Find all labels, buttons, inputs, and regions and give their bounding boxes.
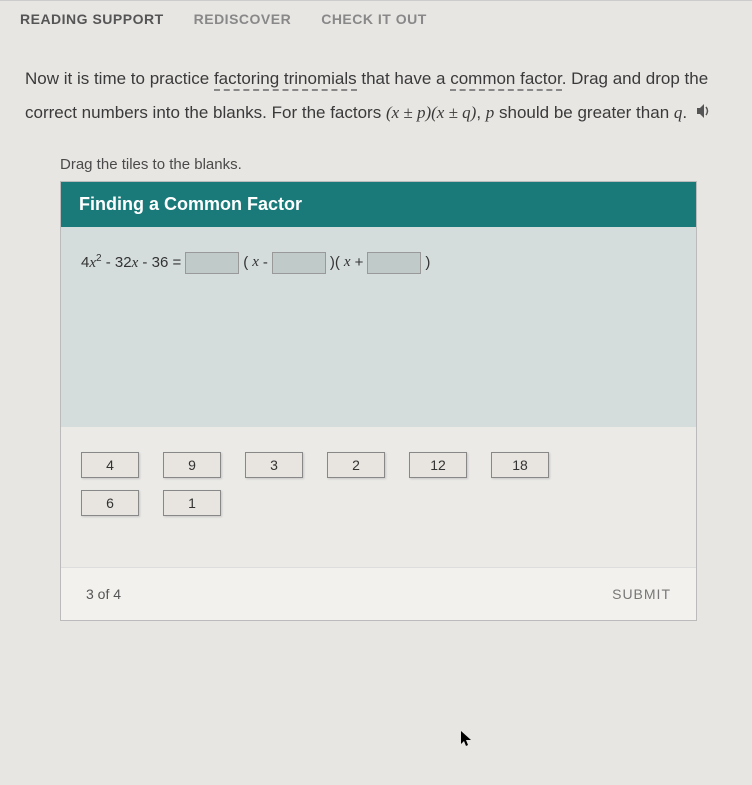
cursor-icon [460, 730, 474, 753]
tab-check-it-out[interactable]: CHECK IT OUT [321, 11, 427, 27]
tile-4[interactable]: 4 [81, 452, 139, 478]
tile-18[interactable]: 18 [491, 452, 549, 478]
progress-indicator: 3 of 4 [86, 586, 121, 602]
submit-button[interactable]: SUBMIT [612, 586, 671, 602]
paren2-op: + [355, 254, 364, 271]
tiles-row-1: 4 9 3 2 12 18 [81, 452, 676, 478]
drag-hint: Drag the tiles to the blanks. [60, 156, 732, 173]
blank-q[interactable] [367, 252, 421, 274]
instr-part2: that have a [357, 69, 451, 88]
paren-mid: )( [330, 254, 340, 271]
exercise-footer: 3 of 4 SUBMIT [61, 567, 696, 620]
tiles-area: 4 9 3 2 12 18 6 1 [61, 427, 696, 567]
tile-12[interactable]: 12 [409, 452, 467, 478]
coef-b: - 32 [102, 254, 132, 271]
tile-2[interactable]: 2 [327, 452, 385, 478]
exercise-box: Finding a Common Factor 4 x 2 - 32 x - 36 =… [60, 181, 697, 621]
tabs-bar: READING SUPPORT REDISCOVER CHECK IT OUT [0, 0, 752, 37]
eq-lhs: 4x2 - 32x - 36 = [81, 253, 181, 272]
keyword-common-factor[interactable]: common factor [450, 69, 562, 91]
paren1-var: x [252, 254, 259, 271]
tile-3[interactable]: 3 [245, 452, 303, 478]
exercise-title: Finding a Common Factor [61, 182, 696, 227]
tile-1[interactable]: 1 [163, 490, 221, 516]
blank-common-factor[interactable] [185, 252, 239, 274]
instr-part5: should be greater than [494, 103, 674, 122]
paren-close-2: ) [425, 254, 430, 271]
var-x1: x [89, 255, 96, 271]
equation: 4x2 - 32x - 36 = (x - )(x + ) [81, 252, 676, 274]
equation-area: 4x2 - 32x - 36 = (x - )(x + ) [61, 227, 696, 427]
instr-part6: . [682, 103, 687, 122]
tile-6[interactable]: 6 [81, 490, 139, 516]
content-area: Now it is time to practice factoring tri… [0, 37, 752, 631]
paren2-var: x [344, 254, 351, 271]
instructions-text: Now it is time to practice factoring tri… [25, 62, 732, 131]
tile-9[interactable]: 9 [163, 452, 221, 478]
const-c: - 36 = [138, 254, 181, 271]
audio-icon[interactable] [696, 97, 714, 131]
paren-open-1: ( [243, 254, 248, 271]
tiles-row-2: 6 1 [81, 490, 676, 516]
blank-p[interactable] [272, 252, 326, 274]
formula-inline: (x ± p)(x ± q) [386, 103, 476, 122]
instr-part4: , [476, 103, 485, 122]
instr-part1: Now it is time to practice [25, 69, 214, 88]
paren1-op: - [263, 254, 268, 271]
tab-reading-support[interactable]: READING SUPPORT [20, 11, 164, 27]
keyword-factoring[interactable]: factoring trinomials [214, 69, 357, 91]
tab-rediscover[interactable]: REDISCOVER [194, 11, 292, 27]
